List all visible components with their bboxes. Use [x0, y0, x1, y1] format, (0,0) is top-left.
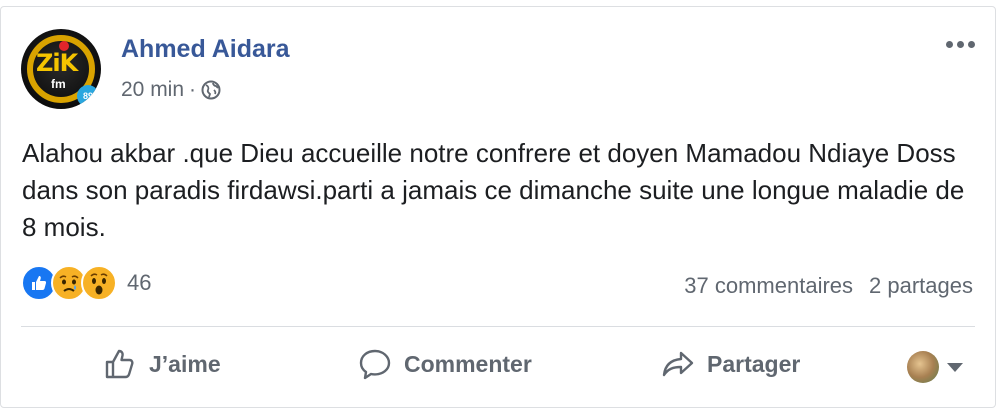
author-avatar[interactable]: ZiK fm 89 [21, 29, 101, 109]
thumbs-up-icon [105, 349, 134, 379]
comment-button-label: Commenter [404, 350, 532, 377]
avatar-logo-badge: 89 [77, 85, 99, 107]
user-avatar [907, 351, 939, 383]
reaction-profile-selector[interactable] [907, 351, 963, 383]
comment-button[interactable]: Commenter [358, 347, 532, 381]
dot [946, 41, 953, 48]
post-text: Alahou akbar .que Dieu accueille notre c… [22, 138, 965, 242]
reactions-summary[interactable]: 46 [21, 265, 151, 301]
comment-icon [359, 349, 391, 380]
share-count-link[interactable]: 2 partages [869, 273, 973, 299]
post-timestamp[interactable]: 20 min [121, 78, 184, 102]
wow-reaction-icon [81, 265, 117, 301]
share-button[interactable]: Partager [661, 347, 800, 381]
dot [957, 41, 964, 48]
post-stats: 37 commentaires 2 partages [684, 273, 973, 299]
share-button-label: Partager [707, 350, 801, 377]
post-actions: J’aime Commenter Partager [21, 337, 975, 397]
avatar-logo-fm: fm [51, 77, 66, 91]
like-button-label: J’aime [149, 350, 221, 377]
author-name[interactable]: Ahmed Aidara [121, 35, 290, 64]
dot [968, 41, 975, 48]
actions-divider [21, 326, 975, 327]
more-options-icon[interactable] [946, 41, 975, 48]
post-header: ZiK fm 89 Ahmed Aidara 20 min · [21, 29, 975, 109]
reaction-count[interactable]: 46 [127, 270, 151, 296]
meta-separator: · [189, 78, 197, 101]
post-meta: 20 min · [121, 78, 221, 102]
post-card: ZiK fm 89 Ahmed Aidara 20 min · Alahou a… [0, 6, 996, 408]
caret-down-icon [947, 362, 963, 372]
avatar-logo-text: ZiK [36, 49, 78, 77]
share-icon [662, 351, 694, 377]
globe-icon[interactable] [201, 80, 221, 100]
like-button[interactable]: J’aime [103, 347, 221, 381]
comment-count-link[interactable]: 37 commentaires [684, 273, 853, 299]
